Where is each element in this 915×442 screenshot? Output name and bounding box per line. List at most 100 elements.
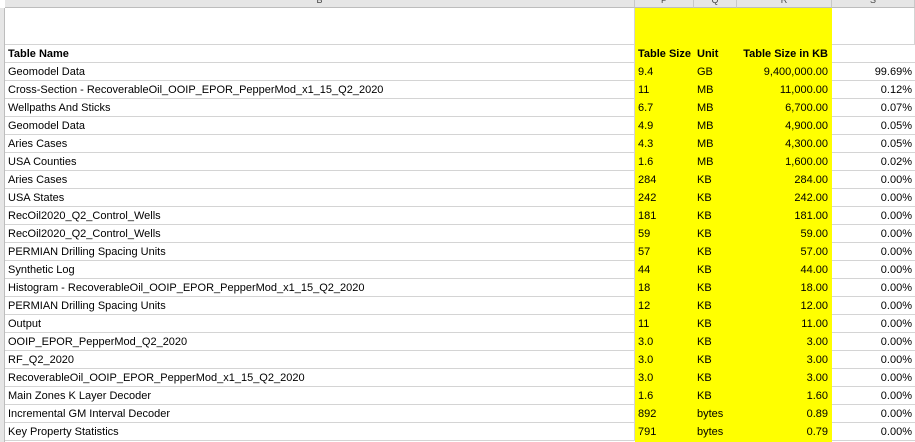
- cell-unit[interactable]: bytes: [694, 423, 737, 441]
- cell-percent[interactable]: 0.00%: [832, 261, 915, 279]
- cell-percent[interactable]: 0.07%: [832, 99, 915, 117]
- cell-unit[interactable]: KB: [694, 279, 737, 297]
- header-unit[interactable]: Unit: [694, 45, 737, 63]
- cell-table-size[interactable]: 11: [635, 315, 694, 333]
- cell-table-size[interactable]: 791: [635, 423, 694, 441]
- cell-percent[interactable]: 0.12%: [832, 81, 915, 99]
- cell-percent[interactable]: 0.00%: [832, 279, 915, 297]
- cell-table-size-kb[interactable]: 1.60: [737, 387, 832, 405]
- cell-unit[interactable]: KB: [694, 387, 737, 405]
- header-percent[interactable]: [832, 45, 915, 63]
- cell-unit[interactable]: MB: [694, 99, 737, 117]
- cell-table-size[interactable]: 4.9: [635, 117, 694, 135]
- cell-percent[interactable]: 0.00%: [832, 351, 915, 369]
- cell-table-size-kb[interactable]: 44.00: [737, 261, 832, 279]
- cell-table-name[interactable]: RF_Q2_2020: [5, 351, 635, 369]
- cell-table-size-kb[interactable]: 11.00: [737, 315, 832, 333]
- cell-table-name[interactable]: Output: [5, 315, 635, 333]
- cell-table-size[interactable]: 3.0: [635, 333, 694, 351]
- column-header-p[interactable]: P: [635, 0, 694, 8]
- cell-table-name[interactable]: Geomodel Data: [5, 117, 635, 135]
- column-header-r[interactable]: R: [737, 0, 832, 8]
- cell-percent[interactable]: 0.00%: [832, 297, 915, 315]
- cell-unit[interactable]: KB: [694, 369, 737, 387]
- cell-percent[interactable]: 0.00%: [832, 423, 915, 441]
- cell-unit[interactable]: KB: [694, 351, 737, 369]
- cell-table-size-kb[interactable]: 57.00: [737, 243, 832, 261]
- cell-percent[interactable]: 0.00%: [832, 405, 915, 423]
- cell-unit[interactable]: KB: [694, 207, 737, 225]
- cell-table-size[interactable]: 892: [635, 405, 694, 423]
- cell-table-size[interactable]: 59: [635, 225, 694, 243]
- cell-table-name[interactable]: Synthetic Log: [5, 261, 635, 279]
- cell-table-size-kb[interactable]: 0.89: [737, 405, 832, 423]
- cell-table-name[interactable]: Key Property Statistics: [5, 423, 635, 441]
- cell-table-size-kb[interactable]: 1,600.00: [737, 153, 832, 171]
- cell-table-size[interactable]: 3.0: [635, 369, 694, 387]
- cell-table-name[interactable]: Geomodel Data: [5, 63, 635, 81]
- cell-percent[interactable]: 0.00%: [832, 243, 915, 261]
- cell-percent[interactable]: 0.05%: [832, 117, 915, 135]
- cell-table-name[interactable]: RecOil2020_Q2_Control_Wells: [5, 225, 635, 243]
- cell-table-size-kb[interactable]: 9,400,000.00: [737, 63, 832, 81]
- cell-table-size-kb[interactable]: 11,000.00: [737, 81, 832, 99]
- cell-percent[interactable]: 99.69%: [832, 63, 915, 81]
- cell-percent[interactable]: 0.00%: [832, 333, 915, 351]
- cell-unit[interactable]: bytes: [694, 405, 737, 423]
- cell-table-size-kb[interactable]: 181.00: [737, 207, 832, 225]
- cell-table-size-kb[interactable]: 242.00: [737, 189, 832, 207]
- cell-unit[interactable]: KB: [694, 333, 737, 351]
- cell-table-size-kb[interactable]: 4,300.00: [737, 135, 832, 153]
- cell-table-size[interactable]: 6.7: [635, 99, 694, 117]
- cell-percent[interactable]: 0.00%: [832, 369, 915, 387]
- cell-table-size[interactable]: 284: [635, 171, 694, 189]
- cell-table-size-kb[interactable]: 0.79: [737, 423, 832, 441]
- blank-cell[interactable]: [5, 8, 635, 45]
- cell-percent[interactable]: 0.00%: [832, 207, 915, 225]
- blank-cell[interactable]: [832, 8, 915, 45]
- cell-table-size-kb[interactable]: 3.00: [737, 369, 832, 387]
- cell-unit[interactable]: KB: [694, 297, 737, 315]
- cell-percent[interactable]: 0.00%: [832, 225, 915, 243]
- cell-table-name[interactable]: Wellpaths And Sticks: [5, 99, 635, 117]
- cell-unit[interactable]: KB: [694, 315, 737, 333]
- cell-table-name[interactable]: RecoverableOil_OOIP_EPOR_PepperMod_x1_15…: [5, 369, 635, 387]
- cell-percent[interactable]: 0.00%: [832, 189, 915, 207]
- cell-table-size-kb[interactable]: 6,700.00: [737, 99, 832, 117]
- cell-unit[interactable]: KB: [694, 189, 737, 207]
- cell-table-size[interactable]: 57: [635, 243, 694, 261]
- header-table-size[interactable]: Table Size: [635, 45, 694, 63]
- cell-unit[interactable]: MB: [694, 153, 737, 171]
- cell-table-size[interactable]: 9.4: [635, 63, 694, 81]
- cell-percent[interactable]: 0.00%: [832, 315, 915, 333]
- cell-table-size-kb[interactable]: 284.00: [737, 171, 832, 189]
- cell-table-size[interactable]: 18: [635, 279, 694, 297]
- cell-table-size[interactable]: 12: [635, 297, 694, 315]
- cell-table-name[interactable]: Main Zones K Layer Decoder: [5, 387, 635, 405]
- cell-unit[interactable]: KB: [694, 171, 737, 189]
- cell-table-size[interactable]: 1.6: [635, 153, 694, 171]
- cell-table-name[interactable]: Histogram - RecoverableOil_OOIP_EPOR_Pep…: [5, 279, 635, 297]
- cell-table-size-kb[interactable]: 59.00: [737, 225, 832, 243]
- cell-percent[interactable]: 0.00%: [832, 171, 915, 189]
- cell-percent[interactable]: 0.02%: [832, 153, 915, 171]
- header-table-name[interactable]: Table Name: [5, 45, 635, 63]
- cell-percent[interactable]: 0.00%: [832, 387, 915, 405]
- cell-table-size-kb[interactable]: 4,900.00: [737, 117, 832, 135]
- cell-table-size[interactable]: 181: [635, 207, 694, 225]
- cell-table-size[interactable]: 11: [635, 81, 694, 99]
- cell-unit[interactable]: MB: [694, 135, 737, 153]
- cell-unit[interactable]: MB: [694, 81, 737, 99]
- cell-table-size[interactable]: 3.0: [635, 351, 694, 369]
- cell-percent[interactable]: 0.05%: [832, 135, 915, 153]
- cell-unit[interactable]: GB: [694, 63, 737, 81]
- cell-table-name[interactable]: PERMIAN Drilling Spacing Units: [5, 243, 635, 261]
- cell-table-size[interactable]: 44: [635, 261, 694, 279]
- cell-table-name[interactable]: Cross-Section - RecoverableOil_OOIP_EPOR…: [5, 81, 635, 99]
- cell-table-size[interactable]: 1.6: [635, 387, 694, 405]
- cell-table-name[interactable]: USA States: [5, 189, 635, 207]
- column-header-q[interactable]: Q: [694, 0, 737, 8]
- cell-table-name[interactable]: PERMIAN Drilling Spacing Units: [5, 297, 635, 315]
- cell-table-size-kb[interactable]: 3.00: [737, 351, 832, 369]
- cell-table-name[interactable]: OOIP_EPOR_PepperMod_Q2_2020: [5, 333, 635, 351]
